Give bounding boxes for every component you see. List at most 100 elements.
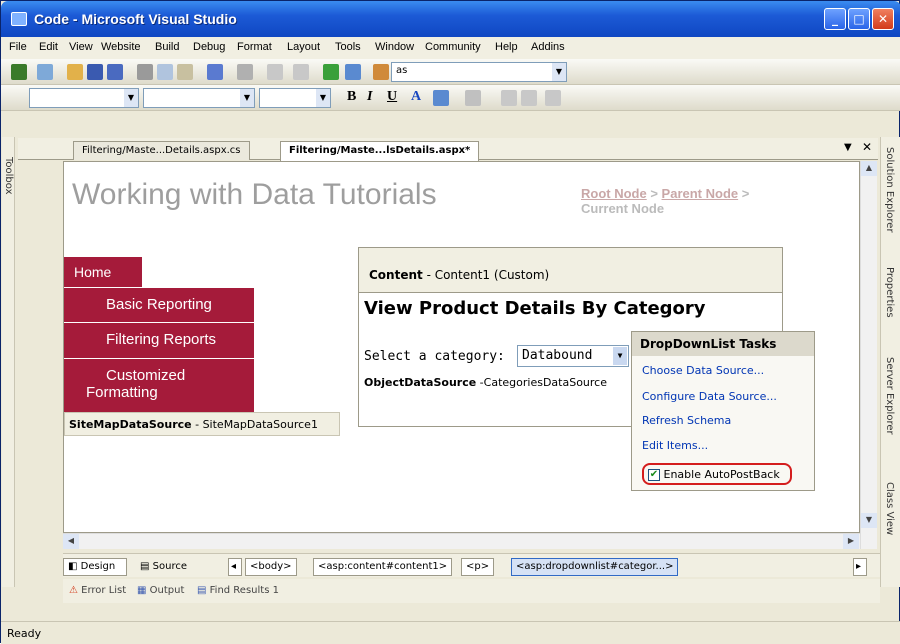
chevron-down-icon[interactable]: ▼ [240,89,254,107]
scroll-left-icon[interactable]: ◀ [63,534,79,549]
design-view-button[interactable]: ◧ Design [63,558,127,576]
vertical-scrollbar[interactable]: ▲ ▼ [860,161,877,549]
numbered-list-icon[interactable] [501,90,517,106]
tag-crumb-body[interactable]: <body> [245,558,297,576]
chevron-down-icon[interactable]: ▼ [316,89,330,107]
horizontal-scrollbar[interactable]: ◀ ▶ [63,533,860,549]
save-all-icon[interactable] [107,64,123,80]
maximize-button[interactable]: □ [848,8,870,30]
tasks-title: DropDownList Tasks [632,332,814,356]
find-icon[interactable] [373,64,389,80]
menu-debug[interactable]: Debug [193,41,225,53]
new-project-icon[interactable] [11,64,27,80]
close-button[interactable]: ✕ [872,8,894,30]
bullet-list-icon[interactable] [521,90,537,106]
justify-icon[interactable] [465,90,481,106]
autopostback-checkbox[interactable]: ✔ [648,469,660,481]
save-icon[interactable] [87,64,103,80]
undo-icon[interactable] [207,64,223,80]
chevron-down-icon[interactable]: ▼ [844,142,852,153]
menu-addins[interactable]: Addins [531,41,565,53]
navigate-backward-icon[interactable] [267,64,283,80]
tag-nav-left-icon[interactable]: ◂ [228,558,242,576]
tag-crumb-p[interactable]: <p> [461,558,495,576]
start-debugging-icon[interactable] [323,64,339,80]
font-size-combo[interactable]: ▼ [259,88,331,108]
find-combo[interactable]: as ▼ [391,62,567,82]
objectdatasource-control[interactable]: ObjectDataSource -CategoriesDataSource [364,376,607,389]
menu-help[interactable]: Help [495,41,518,53]
tag-crumb-content[interactable]: <asp:content#content1> [313,558,453,576]
redo-icon[interactable] [237,64,253,80]
error-list-icon: ⚠ [69,585,78,596]
menu-build[interactable]: Build [155,41,179,53]
server-explorer-tab[interactable]: Server Explorer [884,357,895,435]
properties-tab[interactable]: Properties [884,267,895,318]
tab-details-cs[interactable]: Filtering/Maste...Details.aspx.cs [73,141,250,160]
navigate-forward-icon[interactable] [293,64,309,80]
menu-item-home[interactable]: Home [64,257,142,287]
menu-window[interactable]: Window [375,41,414,53]
find-in-files-icon[interactable] [345,64,361,80]
copy-icon[interactable] [157,64,173,80]
breadcrumb-current: Current Node [581,201,665,216]
underline-button[interactable]: U [387,89,397,105]
toolbox-tab[interactable]: Toolbox [2,137,15,587]
menu-item-customized-formatting[interactable]: Customized Formatting [64,358,254,412]
highlight-icon[interactable] [433,90,449,106]
scroll-down-icon[interactable]: ▼ [861,513,877,528]
breadcrumb-parent[interactable]: Parent Node [662,186,739,201]
font-name-combo[interactable]: ▼ [143,88,255,108]
task-edit-items[interactable]: Edit Items... [642,439,708,452]
task-refresh-schema[interactable]: Refresh Schema [642,414,731,427]
title-bar: Code - Microsoft Visual Studio _ □ ✕ [1,1,900,37]
tag-nav-right-icon[interactable]: ▸ [853,558,867,576]
scroll-right-icon[interactable]: ▶ [843,534,859,549]
chevron-down-icon[interactable]: ▼ [613,347,627,365]
cut-icon[interactable] [137,64,153,80]
menu-community[interactable]: Community [425,41,481,53]
menu-tools[interactable]: Tools [335,41,361,53]
menu-view[interactable]: View [69,41,93,53]
tab-find-results[interactable]: ▤ Find Results 1 [197,585,279,596]
output-tabs: ⚠ Error List ▦ Output ▤ Find Results 1 [63,579,880,603]
menu-item-filtering-reports[interactable]: Filtering Reports [64,322,254,358]
font-color-button[interactable]: A [411,89,421,105]
menu-website[interactable]: Website [101,41,141,53]
menu-edit[interactable]: Edit [39,41,58,53]
menu-format[interactable]: Format [237,41,272,53]
tag-crumb-dropdownlist[interactable]: <asp:dropdownlist#categor...> [511,558,679,576]
menu-item-basic-reporting[interactable]: Basic Reporting [64,287,254,322]
chevron-down-icon[interactable]: ▼ [552,63,566,81]
bold-button[interactable]: B [347,89,356,105]
categories-dropdown[interactable]: Databound ▼ [517,345,629,367]
chevron-down-icon[interactable]: ▼ [124,89,138,107]
indent-icon[interactable] [545,90,561,106]
menu-bar: File Edit View Website Build Debug Forma… [1,37,900,59]
enable-autopostback-option[interactable]: ✔ Enable AutoPostBack [642,463,792,485]
tab-error-list[interactable]: ⚠ Error List [69,585,126,596]
open-folder-icon[interactable] [67,64,83,80]
breadcrumb-root[interactable]: Root Node [581,186,647,201]
vs-app-icon [11,12,27,26]
scroll-up-icon[interactable]: ▲ [861,161,877,176]
close-document-icon[interactable]: ✕ [862,140,872,154]
task-choose-data-source[interactable]: Choose Data Source... [642,364,764,377]
output-icon: ▦ [137,585,147,596]
menu-file[interactable]: File [9,41,27,53]
menu-layout[interactable]: Layout [287,41,320,53]
sitemap-datasource-control[interactable]: SiteMapDataSource - SiteMapDataSource1 [64,412,340,436]
class-view-tab[interactable]: Class View [884,482,895,535]
solution-explorer-tab[interactable]: Solution Explorer [884,147,895,233]
minimize-button[interactable]: _ [824,8,846,30]
italic-button[interactable]: I [367,89,372,105]
paste-icon[interactable] [177,64,193,80]
window-title: Code - Microsoft Visual Studio [34,11,237,27]
tab-details-aspx[interactable]: Filtering/Maste...lsDetails.aspx* [280,141,480,161]
block-format-combo[interactable]: ▼ [29,88,139,108]
standard-toolbar: as ▼ [1,59,900,85]
tab-output[interactable]: ▦ Output [137,585,184,596]
add-item-icon[interactable] [37,64,53,80]
source-view-button[interactable]: ▤ Source [135,558,197,576]
task-configure-data-source[interactable]: Configure Data Source... [642,390,777,403]
